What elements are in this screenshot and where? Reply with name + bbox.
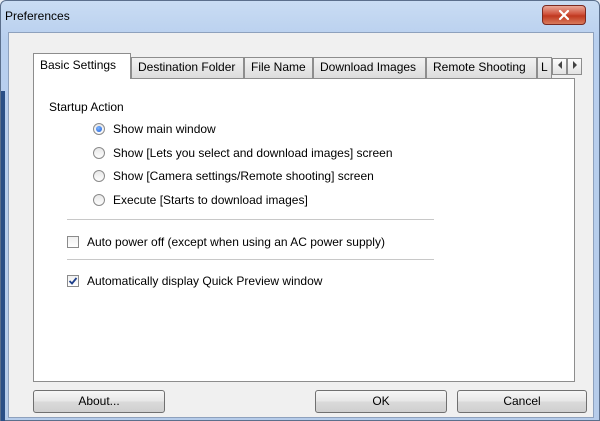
tab-remote-shooting[interactable]: Remote Shooting xyxy=(426,57,537,78)
radio-execute-download[interactable]: Execute [Starts to download images] xyxy=(93,193,308,207)
title-bar[interactable]: Preferences xyxy=(1,1,599,31)
tab-scroll-left-button[interactable] xyxy=(552,58,567,75)
checkbox-label: Auto power off (except when using an AC … xyxy=(87,235,385,249)
window-edge-accent xyxy=(1,91,5,421)
tab-scroll-right-button[interactable] xyxy=(567,58,582,75)
tab-label: Download Images xyxy=(320,60,417,74)
tab-file-name[interactable]: File Name xyxy=(244,57,313,78)
radio-show-select-download-screen[interactable]: Show [Lets you select and download image… xyxy=(93,146,393,160)
tab-destination-folder[interactable]: Destination Folder xyxy=(131,57,244,78)
triangle-right-icon xyxy=(572,61,577,69)
tab-label: L xyxy=(541,60,548,74)
radio-show-camera-settings-screen[interactable]: Show [Camera settings/Remote shooting] s… xyxy=(93,169,374,183)
tab-label: File Name xyxy=(251,60,306,74)
cancel-button[interactable]: Cancel xyxy=(457,390,587,413)
ok-button[interactable]: OK xyxy=(315,390,447,413)
radio-button[interactable] xyxy=(93,170,105,182)
dialog-client-area: Basic Settings Destination Folder File N… xyxy=(8,32,594,418)
tab-basic-settings[interactable]: Basic Settings xyxy=(33,53,131,79)
separator xyxy=(67,259,434,261)
checkbox-checked[interactable] xyxy=(67,275,79,287)
close-icon xyxy=(558,9,570,21)
window-title: Preferences xyxy=(5,9,70,23)
tab-label: Destination Folder xyxy=(138,60,236,74)
startup-action-label: Startup Action xyxy=(49,100,124,114)
checkbox-label: Automatically display Quick Preview wind… xyxy=(87,274,323,288)
about-button[interactable]: About... xyxy=(33,390,165,413)
tab-download-images[interactable]: Download Images xyxy=(313,57,426,78)
preferences-window: Preferences Basic Settings Destination F… xyxy=(0,0,600,421)
separator xyxy=(67,219,434,221)
close-button[interactable] xyxy=(542,5,586,25)
radio-label: Show main window xyxy=(113,122,216,136)
radio-show-main-window[interactable]: Show main window xyxy=(93,122,216,136)
checkmark-icon xyxy=(68,277,78,285)
auto-power-off-checkbox[interactable]: Auto power off (except when using an AC … xyxy=(67,235,385,249)
radio-label: Show [Camera settings/Remote shooting] s… xyxy=(113,169,374,183)
tab-truncated[interactable]: L xyxy=(537,57,552,78)
radio-button[interactable] xyxy=(93,147,105,159)
radio-label: Execute [Starts to download images] xyxy=(113,193,308,207)
tab-label: Remote Shooting xyxy=(433,60,526,74)
radio-button[interactable] xyxy=(93,194,105,206)
triangle-left-icon xyxy=(557,61,562,69)
tab-label: Basic Settings xyxy=(40,58,117,72)
quick-preview-checkbox[interactable]: Automatically display Quick Preview wind… xyxy=(67,274,322,288)
radio-button-selected[interactable] xyxy=(93,123,105,135)
radio-label: Show [Lets you select and download image… xyxy=(113,146,393,160)
checkbox-unchecked[interactable] xyxy=(67,236,79,248)
